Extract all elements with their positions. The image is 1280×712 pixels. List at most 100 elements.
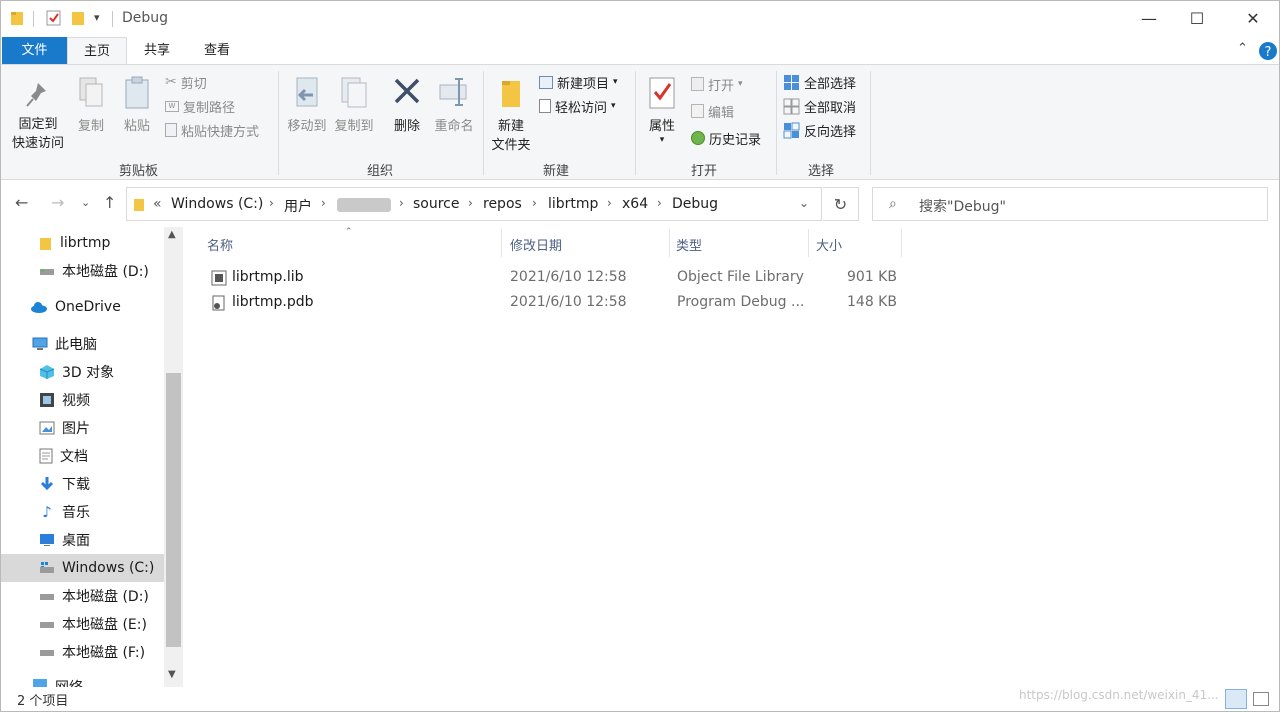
nav-item-drive-e[interactable]: 本地磁盘 (E:) <box>39 610 147 638</box>
address-bar[interactable]: « Windows (C:) › 用户 › › source › repos ›… <box>126 187 822 221</box>
file-row[interactable]: librtmp.pdb 2021/6/10 12:58 Program Debu… <box>201 291 911 315</box>
search-box[interactable]: ⌕ 搜索"Debug" <box>872 187 1268 221</box>
minimize-button[interactable]: — <box>1126 1 1172 35</box>
details-view-icon[interactable] <box>1225 689 1247 709</box>
nav-item-drive-d[interactable]: 本地磁盘 (D:) <box>39 257 149 285</box>
tab-file[interactable]: 文件 <box>2 37 67 64</box>
nav-item-desktop[interactable]: 桌面 <box>39 526 90 554</box>
new-folder-button[interactable]: 新建 文件夹 <box>487 75 535 155</box>
select-none-button[interactable]: 全部取消 <box>783 95 856 117</box>
nav-item-videos[interactable]: 视频 <box>39 386 90 414</box>
breadcrumb-librtmp[interactable]: librtmp <box>548 196 598 212</box>
delete-button[interactable]: 删除 <box>386 75 428 136</box>
column-divider[interactable] <box>901 229 902 257</box>
help-icon[interactable]: ? <box>1258 41 1278 61</box>
breadcrumb-chevron-icon[interactable]: › <box>468 196 473 210</box>
history-button[interactable]: 历史记录 <box>691 127 761 149</box>
title-separator <box>33 11 34 27</box>
nav-item-drive-f[interactable]: 本地磁盘 (F:) <box>39 638 145 666</box>
nav-scrollbar[interactable]: ▲ ▼ <box>164 227 183 687</box>
breadcrumb-chevron-icon[interactable]: › <box>657 196 662 210</box>
nav-item-label: OneDrive <box>55 299 121 315</box>
refresh-button[interactable]: ↻ <box>823 187 859 221</box>
column-header-size[interactable]: 大小 <box>816 235 842 254</box>
breadcrumb-chevron-icon[interactable]: › <box>321 196 326 210</box>
select-all-button[interactable]: 全部选择 <box>783 71 856 93</box>
history-icon <box>691 131 705 145</box>
file-row[interactable]: librtmp.lib 2021/6/10 12:58 Object File … <box>201 266 911 290</box>
cut-button[interactable]: ✂ 剪切 <box>165 71 207 93</box>
column-header-date[interactable]: 修改日期 <box>510 235 562 254</box>
nav-item-onedrive[interactable]: OneDrive <box>30 293 121 321</box>
scroll-down-icon[interactable]: ▼ <box>168 669 176 680</box>
nav-item-label: 视频 <box>62 393 90 409</box>
breadcrumb-chevron-icon[interactable]: › <box>532 196 537 210</box>
breadcrumb-x64[interactable]: x64 <box>622 196 648 212</box>
copy-to-icon <box>341 77 367 108</box>
copy-path-button[interactable]: W 复制路径 <box>165 95 235 117</box>
history-label: 历史记录 <box>709 132 762 148</box>
open-button[interactable]: 打开 ▾ <box>691 73 743 95</box>
breadcrumb-windows-c[interactable]: Windows (C:) <box>171 196 263 212</box>
nav-item-this-pc[interactable]: 此电脑 <box>32 330 97 358</box>
move-to-button[interactable]: 移动到 <box>284 75 330 136</box>
search-icon: ⌕ <box>889 196 897 212</box>
breadcrumb-chevron-icon[interactable]: › <box>269 196 274 210</box>
edit-button[interactable]: 编辑 <box>691 100 734 122</box>
breadcrumb-debug[interactable]: Debug <box>672 196 718 212</box>
nav-item-label: 此电脑 <box>55 337 97 353</box>
column-divider[interactable] <box>669 229 670 257</box>
collapse-ribbon-chevron-icon[interactable]: ⌃ <box>1237 41 1248 56</box>
nav-item-pictures[interactable]: 图片 <box>39 414 90 442</box>
copy-to-button[interactable]: 复制到 <box>331 75 377 136</box>
scroll-up-icon[interactable]: ▲ <box>168 229 176 240</box>
new-folder-label-line1: 新建 <box>497 119 524 134</box>
title-bar: ▾ Debug — ☐ ✕ <box>1 1 1279 35</box>
rename-button[interactable]: 重命名 <box>431 75 477 136</box>
nav-item-windows-c[interactable]: Windows (C:) <box>1 554 164 582</box>
tab-home[interactable]: 主页 <box>67 37 127 65</box>
copy-button[interactable]: 复制 <box>71 75 111 136</box>
paste-button[interactable]: 粘贴 <box>115 75 159 136</box>
nav-scrollbar-thumb[interactable] <box>166 373 181 647</box>
up-arrow-icon[interactable]: ↑ <box>103 193 116 212</box>
file-size: 148 KB <box>847 294 897 310</box>
maximize-button[interactable]: ☐ <box>1174 1 1220 35</box>
breadcrumb-repos[interactable]: repos <box>483 196 522 212</box>
address-history-chevron-icon[interactable]: ⌄ <box>799 196 809 210</box>
tab-share[interactable]: 共享 <box>129 37 185 64</box>
column-divider[interactable] <box>501 229 502 257</box>
nav-item-label: 文档 <box>60 449 88 465</box>
breadcrumb-overflow[interactable]: « <box>153 196 162 212</box>
nav-item-drive-d[interactable]: 本地磁盘 (D:) <box>39 582 149 610</box>
recent-locations-chevron-icon[interactable]: ⌄ <box>81 196 90 209</box>
nav-item-3d-objects[interactable]: 3D 对象 <box>39 358 114 386</box>
properties-button[interactable]: 属性 ▾ <box>641 75 683 145</box>
paste-shortcut-button[interactable]: 粘贴快捷方式 <box>165 119 259 141</box>
forward-arrow-icon[interactable]: → <box>51 193 64 212</box>
properties-quick-icon[interactable] <box>46 10 62 26</box>
nav-item-downloads[interactable]: 下载 <box>39 470 90 498</box>
close-button[interactable]: ✕ <box>1230 1 1276 35</box>
breadcrumb-source[interactable]: source <box>413 196 460 212</box>
column-header-name[interactable]: 名称 <box>207 235 233 254</box>
new-item-button[interactable]: 新建项目 ▾ <box>539 71 618 93</box>
easy-access-button[interactable]: 轻松访问 ▾ <box>539 95 616 117</box>
column-header-type[interactable]: 类型 <box>676 235 702 254</box>
nav-item-librtmp[interactable]: librtmp <box>39 229 110 257</box>
nav-item-network[interactable]: 网络 <box>32 677 83 687</box>
tab-view[interactable]: 查看 <box>189 37 245 64</box>
pin-to-quick-access-button[interactable]: 固定到 快速访问 <box>9 79 67 153</box>
nav-item-documents[interactable]: 文档 <box>39 442 88 470</box>
large-icons-view-icon[interactable] <box>1253 692 1269 706</box>
breadcrumb-users[interactable]: 用户 <box>284 196 312 216</box>
breadcrumb-chevron-icon[interactable]: › <box>399 196 404 210</box>
customize-quick-access-chevron-icon[interactable]: ▾ <box>94 11 100 24</box>
breadcrumb-chevron-icon[interactable]: › <box>607 196 612 210</box>
nav-item-music[interactable]: ♪ 音乐 <box>39 498 90 526</box>
new-folder-quick-icon[interactable] <box>71 10 85 26</box>
content-scrollbar[interactable] <box>1268 227 1280 687</box>
invert-selection-button[interactable]: 反向选择 <box>783 119 856 141</box>
back-arrow-icon[interactable]: ← <box>15 193 28 212</box>
column-divider[interactable] <box>808 229 809 257</box>
